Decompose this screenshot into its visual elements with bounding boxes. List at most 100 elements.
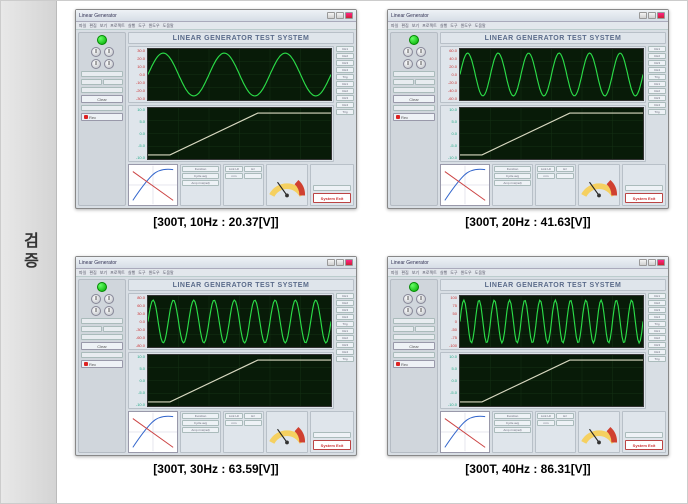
field[interactable]	[81, 79, 102, 85]
system-exit-button[interactable]: System Exit	[313, 193, 351, 203]
max-button[interactable]	[336, 12, 344, 19]
clear-button[interactable]: Clear	[81, 342, 123, 350]
chip[interactable]: CH3	[336, 307, 354, 313]
menu-item[interactable]: 보기	[412, 270, 419, 276]
menu-item[interactable]: 윈도우	[149, 23, 160, 29]
chip[interactable]: CH1	[336, 328, 354, 334]
chip[interactable]: CH3	[648, 342, 666, 348]
menu-item[interactable]: 파일	[79, 270, 86, 276]
menu-item[interactable]: 편집	[89, 270, 96, 276]
titlebar[interactable]: Linear Generator	[388, 10, 668, 22]
scope-screen[interactable]	[459, 354, 644, 407]
ctl-field[interactable]: Amp rms(rad)	[494, 427, 531, 433]
menu-item[interactable]: 프로젝트	[110, 270, 125, 276]
scope-screen[interactable]	[147, 107, 332, 160]
menu-item[interactable]: 편집	[401, 23, 408, 29]
scope-screen[interactable]	[147, 295, 332, 348]
menu-item[interactable]: 파일	[79, 23, 86, 29]
chip[interactable]: CH3	[648, 60, 666, 66]
field[interactable]	[393, 352, 435, 358]
ctl-field[interactable]: Function	[182, 413, 219, 419]
chip[interactable]: Trig	[648, 356, 666, 362]
field[interactable]	[393, 105, 435, 111]
menu-item[interactable]: 프로젝트	[110, 23, 125, 29]
ctl-field[interactable]: Cycle avg	[182, 420, 219, 426]
chip[interactable]: CH2	[648, 88, 666, 94]
chip[interactable]: CH1	[336, 81, 354, 87]
menu-item[interactable]: 실행	[440, 23, 447, 29]
ctl-field[interactable]: Function	[494, 413, 531, 419]
clear-button[interactable]: Clear	[393, 342, 435, 350]
clear-button[interactable]: Clear	[393, 95, 435, 103]
knob[interactable]	[91, 47, 101, 57]
rec-button[interactable]: Rec	[81, 360, 123, 368]
chip[interactable]: CH3	[336, 342, 354, 348]
ctl-field[interactable]: Amp rms(rad)	[494, 180, 531, 186]
menu-item[interactable]: 파일	[391, 270, 398, 276]
chip[interactable]: CH2	[336, 300, 354, 306]
ctl-field[interactable]: Hz	[556, 413, 574, 419]
knob[interactable]	[91, 59, 101, 69]
ctl-field[interactable]	[244, 173, 262, 179]
chip[interactable]: CH4	[648, 67, 666, 73]
ctl-field[interactable]	[244, 420, 262, 426]
chip[interactable]: CH4	[336, 349, 354, 355]
ctl-field[interactable]: Link Hz	[537, 413, 555, 419]
titlebar[interactable]: Linear Generator	[76, 10, 356, 22]
ctl-field[interactable]: Cycle avg	[494, 173, 531, 179]
knob[interactable]	[416, 306, 426, 316]
close-button[interactable]	[345, 12, 353, 19]
field[interactable]	[81, 71, 123, 77]
knob[interactable]	[91, 306, 101, 316]
chip[interactable]: CH3	[336, 95, 354, 101]
ctl-field[interactable]: Link Hz	[225, 413, 243, 419]
menu-item[interactable]: 윈도우	[461, 270, 472, 276]
menu-item[interactable]: 보기	[412, 23, 419, 29]
menu-item[interactable]: 파일	[391, 23, 398, 29]
chip[interactable]: CH4	[648, 314, 666, 320]
chip[interactable]: CH2	[648, 335, 666, 341]
ctl-field[interactable]	[556, 420, 574, 426]
titlebar[interactable]: Linear Generator	[388, 257, 668, 269]
ctl-field[interactable]: mm	[225, 173, 243, 179]
field[interactable]	[393, 87, 435, 93]
chip[interactable]: CH2	[648, 300, 666, 306]
knob[interactable]	[104, 47, 114, 57]
ctl-field[interactable]: Function	[182, 166, 219, 172]
mini-scope[interactable]	[440, 411, 490, 453]
chip[interactable]: Trig	[648, 74, 666, 80]
knob[interactable]	[416, 294, 426, 304]
field[interactable]	[393, 79, 414, 85]
scope-screen[interactable]	[459, 107, 644, 160]
chip[interactable]: Trig	[648, 109, 666, 115]
mini-scope[interactable]	[440, 164, 490, 206]
field[interactable]	[81, 318, 123, 324]
min-button[interactable]	[639, 259, 647, 266]
close-button[interactable]	[345, 259, 353, 266]
chip[interactable]: CH3	[648, 307, 666, 313]
menu-item[interactable]: 보기	[100, 270, 107, 276]
knob[interactable]	[104, 306, 114, 316]
ctl-field[interactable]: Function	[494, 166, 531, 172]
rec-button[interactable]: Rec	[393, 360, 435, 368]
menu-item[interactable]: 프로젝트	[422, 23, 437, 29]
chip[interactable]: CH1	[648, 46, 666, 52]
menu-item[interactable]: 도구	[138, 270, 145, 276]
chip[interactable]: CH4	[336, 102, 354, 108]
ctl-field[interactable]: Hz	[556, 166, 574, 172]
ctl-field[interactable]: Link Hz	[537, 166, 555, 172]
menu-item[interactable]: 도움말	[475, 270, 486, 276]
knob[interactable]	[403, 306, 413, 316]
clear-button[interactable]: Clear	[81, 95, 123, 103]
mini-scope[interactable]	[128, 411, 178, 453]
field[interactable]	[103, 326, 124, 332]
ctl-field[interactable]: mm	[225, 420, 243, 426]
menu-item[interactable]: 실행	[128, 270, 135, 276]
min-button[interactable]	[327, 12, 335, 19]
field[interactable]	[81, 334, 123, 340]
ctl-field[interactable]: Amp rms(rad)	[182, 180, 219, 186]
menu-item[interactable]: 도구	[450, 23, 457, 29]
menu-item[interactable]: 보기	[100, 23, 107, 29]
field[interactable]	[81, 105, 123, 111]
chip[interactable]: CH2	[336, 53, 354, 59]
